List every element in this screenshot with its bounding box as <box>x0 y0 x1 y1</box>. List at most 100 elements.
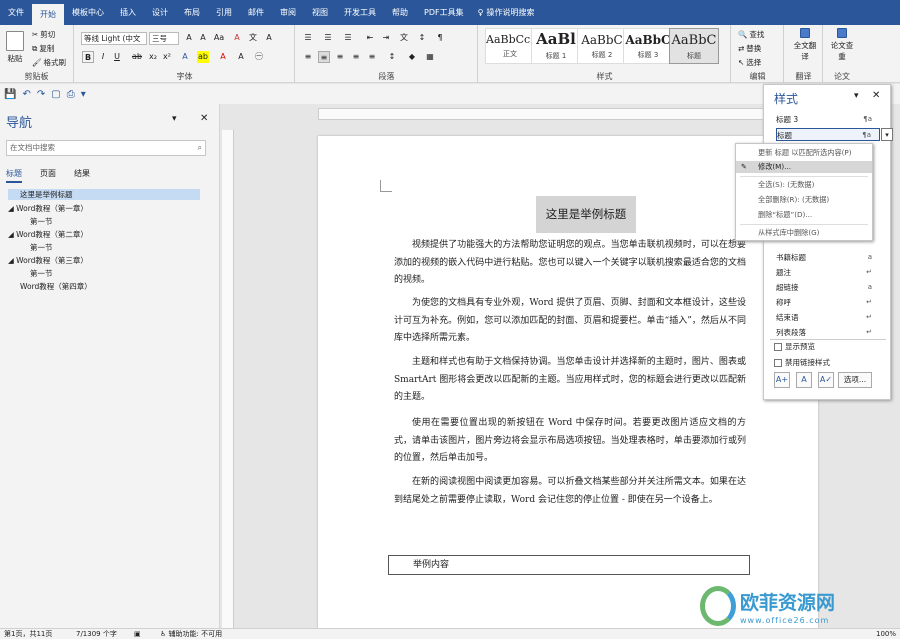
chevron-down-icon[interactable]: ▾ <box>172 114 177 124</box>
zoom-level[interactable]: 100% <box>876 629 896 639</box>
undo-icon[interactable]: ↶ <box>22 89 30 100</box>
line-spacing-icon[interactable]: ↕ <box>386 51 398 63</box>
underline-button[interactable]: U <box>111 51 123 63</box>
show-marks-icon[interactable]: ¶ <box>434 32 446 44</box>
tab-file[interactable]: 文件 <box>0 0 32 25</box>
nav-heading-item[interactable]: 第一节 <box>30 268 53 279</box>
page-count[interactable]: 第1页，共11页 <box>4 629 52 639</box>
style-title[interactable]: AaBbC 标题 <box>669 28 719 64</box>
horizontal-ruler[interactable] <box>318 108 768 120</box>
new-doc-icon[interactable]: ▢ <box>51 89 60 100</box>
tab-review[interactable]: 审阅 <box>272 0 304 25</box>
close-icon[interactable]: ✕ <box>872 90 880 101</box>
nav-tab-headings[interactable]: 标题 <box>6 168 22 183</box>
style-row-heading-3[interactable]: 标题 3 ¶a <box>776 113 880 126</box>
nav-heading-item[interactable]: 这里是举例标题 <box>8 189 200 200</box>
shrink-font-icon[interactable]: A <box>197 32 209 44</box>
char-border-icon[interactable]: A <box>263 32 275 44</box>
format-painter-button[interactable]: 🖌 格式刷 <box>32 57 66 68</box>
nav-tab-pages[interactable]: 页面 <box>40 168 56 183</box>
save-icon[interactable]: 💾 <box>4 89 16 100</box>
menu-item-remove-all[interactable]: 全部删除(R): (无数据) <box>736 194 872 206</box>
accessibility-status[interactable]: ♿ 辅助功能: 不可用 <box>160 629 222 639</box>
style-row[interactable]: 题注 ↵ <box>776 266 880 279</box>
clear-format-icon[interactable]: A <box>231 32 243 44</box>
style-inspector-icon[interactable]: A <box>796 372 812 388</box>
customize-icon[interactable]: ▾ <box>81 89 86 100</box>
chevron-down-icon[interactable]: ▾ <box>854 91 859 101</box>
body-paragraph[interactable]: 视频提供了功能强大的方法帮助您证明您的观点。当您单击联机视频时，可以在想要添加的… <box>394 237 746 290</box>
tab-layout[interactable]: 布局 <box>176 0 208 25</box>
nav-heading-item[interactable]: Word教程（第四章） <box>20 281 92 292</box>
italic-button[interactable]: I <box>97 51 109 63</box>
word-count[interactable]: 7/1309 个字 <box>76 629 117 639</box>
borders-icon[interactable]: ▦ <box>424 51 436 63</box>
body-paragraph[interactable]: 主题和样式也有助于文档保持协调。当您单击设计并选择新的主题时，图片、图表或 Sm… <box>394 354 746 407</box>
style-row[interactable]: 结束语 ↵ <box>776 311 880 324</box>
disable-linked-styles-checkbox[interactable]: 禁用链接样式 <box>774 357 830 368</box>
collapse-arrow-icon[interactable]: ◢ <box>8 256 16 265</box>
distribute-icon[interactable]: ≡ <box>366 51 378 63</box>
options-button[interactable]: 选项... <box>838 372 872 388</box>
cut-button[interactable]: ✂ 剪切 <box>32 29 55 40</box>
align-right-icon[interactable]: ≡ <box>334 51 346 63</box>
tab-pdf-tools[interactable]: PDF工具集 <box>416 0 472 25</box>
phonetic-icon[interactable]: 文 <box>247 32 259 44</box>
menu-item-modify[interactable]: ✎ 修改(M)... <box>736 161 872 173</box>
sort-icon[interactable]: ↕ <box>416 32 428 44</box>
shading-icon[interactable]: ◆ <box>406 51 418 63</box>
tab-design[interactable]: 设计 <box>144 0 176 25</box>
style-heading-3[interactable]: AaBbC 标题 3 <box>623 28 673 64</box>
decrease-indent-icon[interactable]: ⇤ <box>364 32 376 44</box>
collapse-arrow-icon[interactable]: ◢ <box>8 204 16 213</box>
example-content-box[interactable]: 举例内容 <box>388 555 750 575</box>
style-row[interactable]: 称呼 ↵ <box>776 296 880 309</box>
grow-font-icon[interactable]: A <box>183 32 195 44</box>
vertical-ruler[interactable] <box>222 130 234 628</box>
subscript-button[interactable]: x₂ <box>147 51 159 63</box>
menu-item-update-style[interactable]: 更新 标题 以匹配所选内容(P) <box>736 147 872 159</box>
nav-tab-results[interactable]: 结果 <box>74 168 90 183</box>
font-size-select[interactable]: 三号 <box>149 32 179 45</box>
tab-insert[interactable]: 插入 <box>112 0 144 25</box>
redo-icon[interactable]: ↷ <box>37 89 45 100</box>
tab-template-center[interactable]: 模板中心 <box>64 0 112 25</box>
enclose-char-icon[interactable]: ㊀ <box>253 51 265 63</box>
change-case-icon[interactable]: Aa <box>213 32 225 44</box>
select-button[interactable]: ↖ 选择 <box>738 57 761 68</box>
nav-heading-item[interactable]: 第一节 <box>30 216 53 227</box>
replace-button[interactable]: ⇄ 替换 <box>738 43 761 54</box>
align-center-icon[interactable]: ≡ <box>318 51 330 63</box>
nav-heading-item[interactable]: ◢ Word教程（第三章） <box>8 255 88 266</box>
find-button[interactable]: 🔍 查找 <box>738 29 764 40</box>
tab-developer[interactable]: 开发工具 <box>336 0 384 25</box>
close-icon[interactable]: ✕ <box>200 113 208 124</box>
tab-mailings[interactable]: 邮件 <box>240 0 272 25</box>
search-icon[interactable]: ⌕ <box>198 141 202 155</box>
menu-item-select-all[interactable]: 全选(S): (无数据) <box>736 179 872 191</box>
manage-styles-icon[interactable]: A✓ <box>818 372 834 388</box>
show-preview-checkbox[interactable]: 显示预览 <box>774 341 815 352</box>
bullets-icon[interactable]: ☰ <box>302 32 314 44</box>
tell-me-search[interactable]: ♀ 操作说明搜索 <box>472 7 541 18</box>
body-paragraph[interactable]: 为使您的文档具有专业外观，Word 提供了页眉、页脚、封面和文本框设计，这些设计… <box>394 295 746 348</box>
style-row[interactable]: 超链接 a <box>776 281 880 294</box>
chinese-layout-icon[interactable]: 文 <box>398 32 410 44</box>
text-effects-icon[interactable]: A <box>179 51 191 63</box>
nav-heading-item[interactable]: 第一节 <box>30 242 53 253</box>
proofing-icon[interactable]: ▣ <box>134 629 141 639</box>
tab-home[interactable]: 开始 <box>32 4 64 25</box>
style-heading-2[interactable]: AaBbC 标题 2 <box>577 28 627 64</box>
increase-indent-icon[interactable]: ⇥ <box>380 32 392 44</box>
nav-heading-item[interactable]: ◢ Word教程（第二章） <box>8 229 88 240</box>
document-title[interactable]: 这里是举例标题 <box>536 196 636 233</box>
paste-button[interactable]: 粘贴 <box>6 31 24 64</box>
tab-references[interactable]: 引用 <box>208 0 240 25</box>
char-shading-icon[interactable]: A <box>235 51 247 63</box>
highlight-icon[interactable]: ab <box>197 51 209 63</box>
new-style-icon[interactable]: A+ <box>774 372 790 388</box>
tab-view[interactable]: 视图 <box>304 0 336 25</box>
style-row[interactable]: 列表段落 ↵ <box>776 326 880 339</box>
font-color-icon[interactable]: A <box>217 51 229 63</box>
style-normal[interactable]: AaBbCcI 正文 <box>485 28 535 64</box>
